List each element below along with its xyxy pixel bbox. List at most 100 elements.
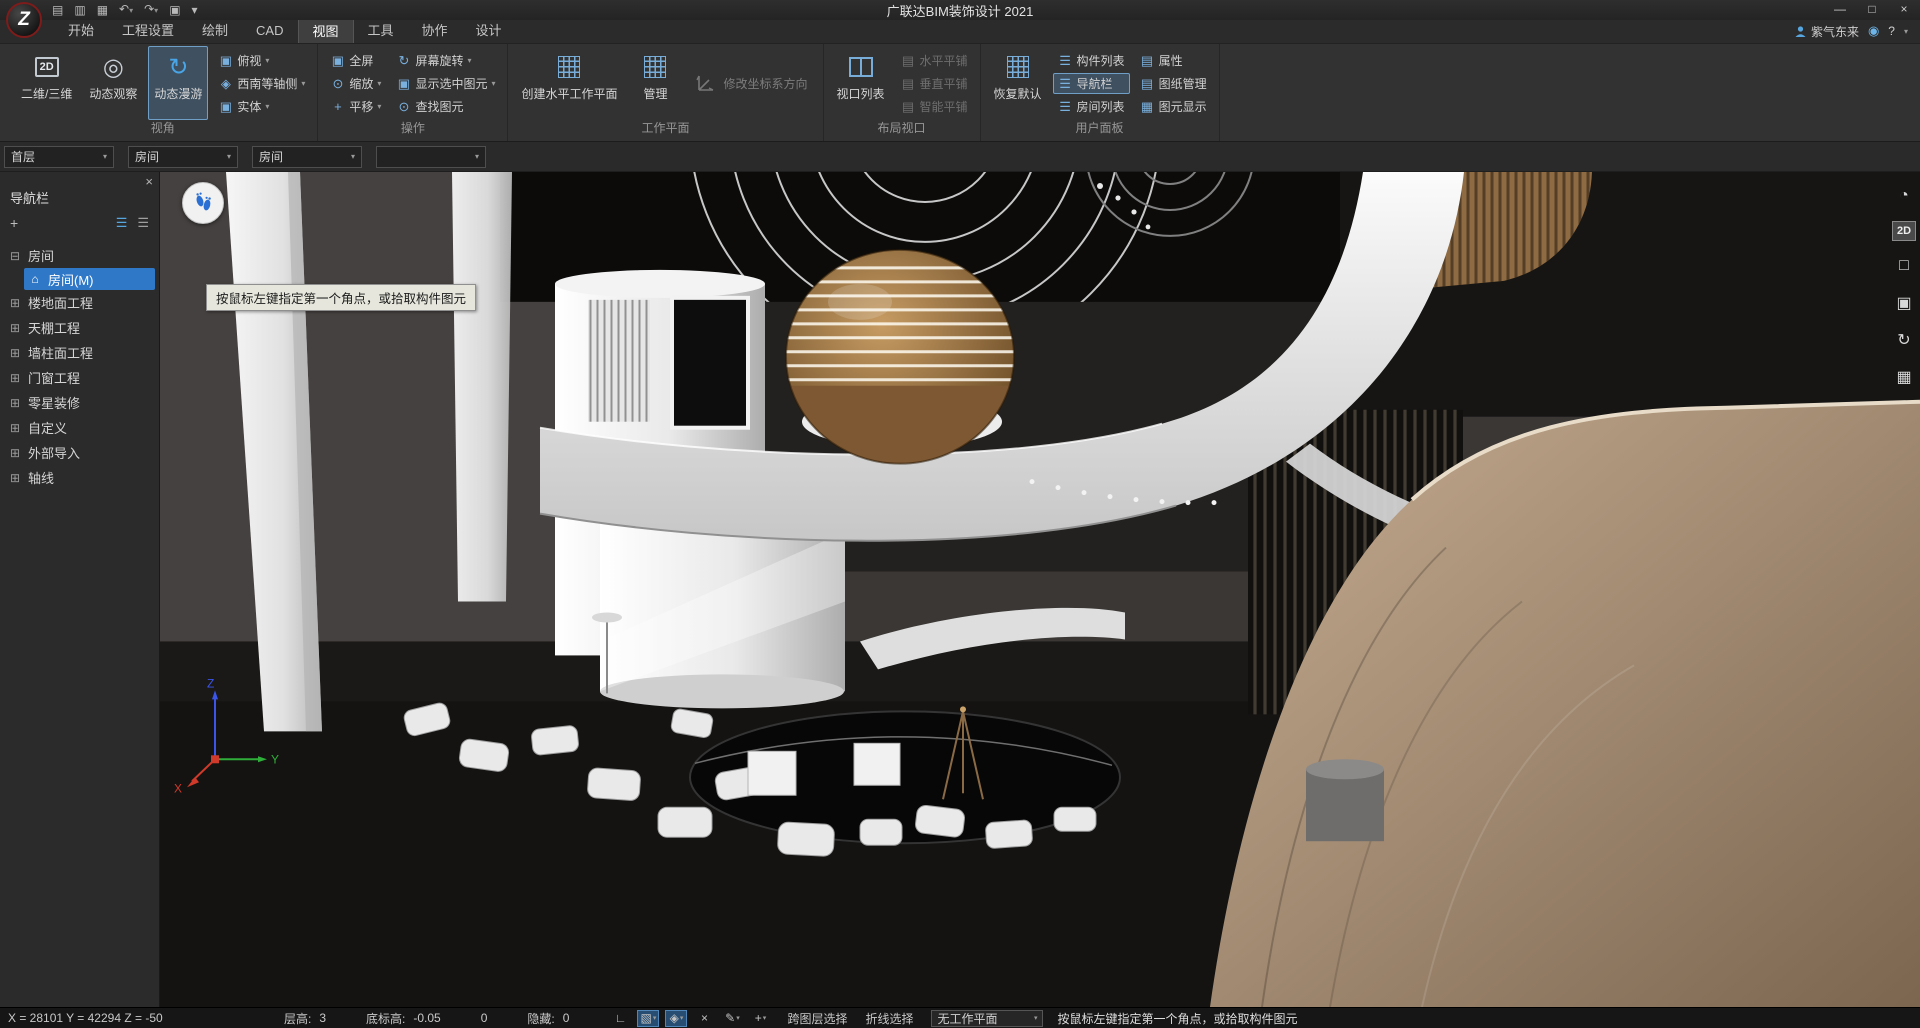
solid-style-dropdown-icon[interactable]: ▾ <box>265 102 269 111</box>
btn-show-selected[interactable]: ▣ 显示选中图元 ▾ <box>391 73 500 94</box>
cube-outline-icon[interactable]: □ <box>1891 254 1917 278</box>
floor-select-dropdown-icon[interactable]: ▾ <box>103 152 107 161</box>
floor-select[interactable]: 首层 ▾ <box>4 146 114 168</box>
btn-screen-rotate[interactable]: ↻ 屏幕旋转 ▾ <box>391 50 500 71</box>
panel-close-icon[interactable]: × <box>145 174 153 189</box>
new-file-icon[interactable]: ▤ <box>52 0 63 20</box>
view-grid-icon[interactable]: ▦ <box>1891 365 1917 389</box>
tree-item-room-m[interactable]: ⌂ 房间(M) <box>24 268 155 290</box>
user-account[interactable]: 紫气东来 <box>1794 23 1859 40</box>
show-selected-dropdown-icon[interactable]: ▾ <box>491 79 495 88</box>
room-select-1[interactable]: 房间 ▾ <box>128 146 238 168</box>
tab-draw[interactable]: 绘制 <box>188 19 242 43</box>
expand-icon[interactable]: ⊞ <box>8 346 22 360</box>
zoom-dropdown-icon[interactable]: ▾ <box>377 79 381 88</box>
flat-2d-button[interactable]: 2D <box>1892 221 1916 241</box>
app-logo-icon[interactable]: Z <box>6 2 42 38</box>
select-mode-toggle[interactable]: ▧▾ <box>637 1010 659 1027</box>
undo-dropdown-icon[interactable]: ▾ <box>129 6 133 15</box>
btn-zoom[interactable]: ⊙ 缩放 ▾ <box>325 73 386 94</box>
tree-item-wall-column-works[interactable]: ⊞ 墙柱面工程 <box>0 340 159 365</box>
tab-project-settings[interactable]: 工程设置 <box>108 19 188 43</box>
open-file-icon[interactable]: ▥ <box>74 0 85 20</box>
minimize-button[interactable]: — <box>1824 0 1856 20</box>
tree-item-door-window-works[interactable]: ⊞ 门窗工程 <box>0 365 159 390</box>
tree-item-misc-decoration[interactable]: ⊞ 零星装修 <box>0 390 159 415</box>
room-select-2[interactable]: 房间 ▾ <box>252 146 362 168</box>
print-icon[interactable]: ▣ <box>169 0 180 20</box>
clear-selection-button[interactable]: × <box>693 1010 715 1027</box>
btn-sw-isometric[interactable]: ◈ 西南等轴侧 ▾ <box>213 73 310 94</box>
snap-add-button[interactable]: +▾ <box>749 1010 771 1027</box>
room-select-1-dropdown-icon[interactable]: ▾ <box>227 152 231 161</box>
expand-icon[interactable]: ⊞ <box>8 296 22 310</box>
close-button[interactable]: × <box>1888 0 1920 20</box>
draw-mode-button[interactable]: ✎▾ <box>721 1010 743 1027</box>
btn-manage-workplane[interactable]: 管理 <box>628 46 682 120</box>
screen-rotate-dropdown-icon[interactable]: ▾ <box>467 56 471 65</box>
btn-solid-style[interactable]: ▣ 实体 ▾ <box>213 96 310 117</box>
empty-select[interactable]: ▾ <box>376 146 486 168</box>
expand-icon[interactable]: ⊞ <box>8 396 22 410</box>
expand-icon[interactable]: ⊞ <box>8 471 22 485</box>
tab-collaborate[interactable]: 协作 <box>408 19 462 43</box>
btn-room-list[interactable]: ☰ 房间列表 <box>1053 96 1130 117</box>
isometric-dropdown-icon[interactable]: ▾ <box>301 79 305 88</box>
pan-dropdown-icon[interactable]: ▾ <box>377 102 381 111</box>
workplane-dropdown-icon[interactable]: ▾ <box>1034 1014 1038 1022</box>
redo-dropdown-icon[interactable]: ▾ <box>154 6 158 15</box>
btn-component-list[interactable]: ☰ 构件列表 <box>1053 50 1130 71</box>
redo-button[interactable]: ↷▾ <box>144 0 158 21</box>
tree-item-external-import[interactable]: ⊞ 外部导入 <box>0 440 159 465</box>
expand-icon[interactable]: ⊞ <box>8 321 22 335</box>
refresh-view-icon[interactable]: ↻ <box>1891 328 1917 352</box>
orbit-view-icon[interactable]: ◔ <box>1891 184 1917 208</box>
folder-open-icon[interactable]: ⊟ <box>8 249 22 263</box>
btn-restore-default[interactable]: 恢复默认 <box>988 46 1048 120</box>
cube-filled-icon[interactable]: ▣ <box>1891 291 1917 315</box>
btn-2d-3d[interactable]: 2D 二维/三维 <box>15 46 78 120</box>
polyline-select-toggle[interactable]: 折线选择 <box>865 1010 913 1027</box>
list-view-icon[interactable]: ☰ <box>116 215 128 231</box>
btn-element-display[interactable]: ▦ 图元显示 <box>1135 96 1212 117</box>
expand-icon[interactable]: ⊞ <box>8 371 22 385</box>
tab-start[interactable]: 开始 <box>54 19 108 43</box>
cross-layer-select-toggle[interactable]: 跨图层选择 <box>787 1010 847 1027</box>
customize-toolbar-icon[interactable]: ▾ <box>192 0 198 20</box>
customer-service-icon[interactable]: ◉ <box>1868 23 1879 39</box>
expand-icon[interactable]: ⊞ <box>8 421 22 435</box>
detail-view-icon[interactable]: ☰ <box>137 215 149 231</box>
tree-item-custom[interactable]: ⊞ 自定义 <box>0 415 159 440</box>
ortho-toggle[interactable]: ∟ <box>609 1010 631 1027</box>
tab-view[interactable]: 视图 <box>298 19 354 43</box>
tree-item-rooms[interactable]: ⊟ 房间 <box>0 243 159 268</box>
btn-pan[interactable]: + 平移 ▾ <box>325 96 386 117</box>
empty-select-dropdown-icon[interactable]: ▾ <box>475 152 479 161</box>
btn-fullscreen[interactable]: ▣ 全屏 <box>325 50 386 71</box>
panel-add-icon[interactable]: + <box>10 215 18 231</box>
view-mode-toggle[interactable]: ◈▾ <box>665 1010 687 1027</box>
tab-cad[interactable]: CAD <box>242 19 297 43</box>
expand-icon[interactable]: ⊞ <box>8 446 22 460</box>
workplane-select[interactable]: 无工作平面 ▾ <box>931 1010 1043 1027</box>
tree-item-floor-works[interactable]: ⊞ 楼地面工程 <box>0 290 159 315</box>
btn-viewport-list[interactable]: 视口列表 <box>831 46 891 120</box>
walkthrough-cursor[interactable] <box>182 182 224 224</box>
btn-drawing-management[interactable]: ▤ 图纸管理 <box>1135 73 1212 94</box>
btn-navigation-bar[interactable]: ☰ 导航栏 <box>1053 73 1130 94</box>
help-icon[interactable]: ? <box>1888 24 1895 38</box>
btn-dynamic-orbit[interactable]: ◎ 动态观察 <box>83 46 143 120</box>
save-icon[interactable]: ▦ <box>97 0 108 20</box>
tab-design[interactable]: 设计 <box>462 19 516 43</box>
tree-item-ceiling-works[interactable]: ⊞ 天棚工程 <box>0 315 159 340</box>
btn-find-element[interactable]: ⊙ 查找图元 <box>391 96 500 117</box>
btn-dynamic-walkthrough[interactable]: ↻ 动态漫游 <box>148 46 208 120</box>
tab-tools[interactable]: 工具 <box>354 19 408 43</box>
btn-top-view[interactable]: ▣ 俯视 ▾ <box>213 50 310 71</box>
3d-viewport[interactable]: Z Y X 按鼠标左键指定第一个角点，或拾取构件图元 ◔ 2D □ ▣ <box>160 172 1920 1007</box>
maximize-button[interactable]: □ <box>1856 0 1888 20</box>
room-select-2-dropdown-icon[interactable]: ▾ <box>351 152 355 161</box>
top-view-dropdown-icon[interactable]: ▾ <box>265 56 269 65</box>
help-dropdown-icon[interactable]: ▾ <box>1904 27 1908 36</box>
tree-item-axis[interactable]: ⊞ 轴线 <box>0 465 159 490</box>
